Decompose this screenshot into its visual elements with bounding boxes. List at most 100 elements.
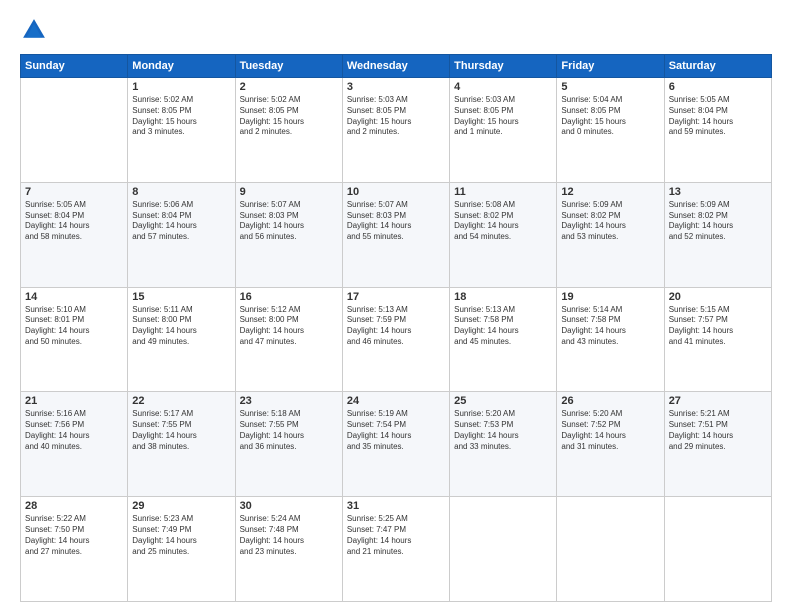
cell-info: Sunrise: 5:22 AM Sunset: 7:50 PM Dayligh… [25, 514, 123, 557]
calendar-header-thursday: Thursday [450, 55, 557, 78]
calendar-header-tuesday: Tuesday [235, 55, 342, 78]
calendar-header-wednesday: Wednesday [342, 55, 449, 78]
calendar-cell: 9 Sunrise: 5:07 AM Sunset: 8:03 PM Daylig… [235, 182, 342, 287]
calendar-cell: 13Sunrise: 5:09 AM Sunset: 8:02 PM Dayli… [664, 182, 771, 287]
calendar-cell: 28 Sunrise: 5:22 AM Sunset: 7:50 PM Dayli… [21, 497, 128, 602]
cell-info: Sunrise: 5:08 AM Sunset: 8:02 PM Dayligh… [454, 200, 552, 243]
calendar-cell: 11 Sunrise: 5:08 AM Sunset: 8:02 PM Dayli… [450, 182, 557, 287]
cell-info: Sunrise: 5:10 AM Sunset: 8:01 PM Dayligh… [25, 305, 123, 348]
day-number: 27 [669, 395, 767, 407]
cell-info: Sunrise: 5:12 AM Sunset: 8:00 PM Dayligh… [240, 305, 338, 348]
calendar-cell: 15 Sunrise: 5:11 AM Sunset: 8:00 PM Dayli… [128, 287, 235, 392]
day-number: 29 [132, 500, 230, 512]
day-number: 24 [347, 395, 445, 407]
calendar-cell: 8 Sunrise: 5:06 AM Sunset: 8:04 PM Daylig… [128, 182, 235, 287]
calendar-cell: 7 Sunrise: 5:05 AM Sunset: 8:04 PM Daylig… [21, 182, 128, 287]
calendar-header-saturday: Saturday [664, 55, 771, 78]
day-number: 15 [132, 291, 230, 303]
day-number: 17 [347, 291, 445, 303]
cell-info: Sunrise: 5:13 AM Sunset: 7:58 PM Dayligh… [454, 305, 552, 348]
calendar-cell: 20 Sunrise: 5:15 AM Sunset: 7:57 PM Dayli… [664, 287, 771, 392]
calendar-week-3: 14 Sunrise: 5:10 AM Sunset: 8:01 PM Dayli… [21, 287, 772, 392]
calendar-cell: 17 Sunrise: 5:13 AM Sunset: 7:59 PM Dayli… [342, 287, 449, 392]
cell-info: Sunrise: 5:06 AM Sunset: 8:04 PM Dayligh… [132, 200, 230, 243]
calendar-cell: 27 Sunrise: 5:21 AM Sunset: 7:51 PM Dayli… [664, 392, 771, 497]
calendar-header-row: SundayMondayTuesdayWednesdayThursdayFrid… [21, 55, 772, 78]
calendar-header-friday: Friday [557, 55, 664, 78]
day-number: 12 [561, 186, 659, 198]
calendar-week-5: 28 Sunrise: 5:22 AM Sunset: 7:50 PM Dayli… [21, 497, 772, 602]
calendar-header-monday: Monday [128, 55, 235, 78]
calendar-cell: 1 Sunrise: 5:02 AM Sunset: 8:05 PM Daylig… [128, 78, 235, 183]
day-number: 18 [454, 291, 552, 303]
cell-info: Sunrise: 5:03 AM Sunset: 8:05 PM Dayligh… [347, 95, 445, 138]
cell-info: Sunrise: 5:18 AM Sunset: 7:55 PM Dayligh… [240, 409, 338, 452]
calendar-header-sunday: Sunday [21, 55, 128, 78]
cell-info: Sunrise: 5:20 AM Sunset: 7:52 PM Dayligh… [561, 409, 659, 452]
cell-info: Sunrise: 5:24 AM Sunset: 7:48 PM Dayligh… [240, 514, 338, 557]
cell-info: Sunrise: 5:03 AM Sunset: 8:05 PM Dayligh… [454, 95, 552, 138]
day-number: 3 [347, 81, 445, 93]
cell-info: Sunrise: 5:20 AM Sunset: 7:53 PM Dayligh… [454, 409, 552, 452]
calendar-cell: 4 Sunrise: 5:03 AM Sunset: 8:05 PM Daylig… [450, 78, 557, 183]
cell-info: Sunrise: 5:15 AM Sunset: 7:57 PM Dayligh… [669, 305, 767, 348]
cell-info: Sunrise: 5:05 AM Sunset: 8:04 PM Dayligh… [25, 200, 123, 243]
logo [20, 16, 52, 44]
day-number: 21 [25, 395, 123, 407]
header [20, 16, 772, 44]
page: SundayMondayTuesdayWednesdayThursdayFrid… [0, 0, 792, 612]
cell-info: Sunrise: 5:04 AM Sunset: 8:05 PM Dayligh… [561, 95, 659, 138]
day-number: 25 [454, 395, 552, 407]
day-number: 7 [25, 186, 123, 198]
day-number: 2 [240, 81, 338, 93]
calendar-cell: 12 Sunrise: 5:09 AM Sunset: 8:02 PM Dayli… [557, 182, 664, 287]
calendar-cell [450, 497, 557, 602]
calendar-cell: 22Sunrise: 5:17 AM Sunset: 7:55 PM Dayli… [128, 392, 235, 497]
calendar-cell: 5Sunrise: 5:04 AM Sunset: 8:05 PM Daylig… [557, 78, 664, 183]
day-number: 11 [454, 186, 552, 198]
day-number: 31 [347, 500, 445, 512]
day-number: 13 [669, 186, 767, 198]
cell-info: Sunrise: 5:25 AM Sunset: 7:47 PM Dayligh… [347, 514, 445, 557]
day-number: 9 [240, 186, 338, 198]
day-number: 1 [132, 81, 230, 93]
calendar-cell: 24 Sunrise: 5:19 AM Sunset: 7:54 PM Dayli… [342, 392, 449, 497]
calendar-cell: 10 Sunrise: 5:07 AM Sunset: 8:03 PM Dayli… [342, 182, 449, 287]
cell-info: Sunrise: 5:21 AM Sunset: 7:51 PM Dayligh… [669, 409, 767, 452]
day-number: 26 [561, 395, 659, 407]
day-number: 10 [347, 186, 445, 198]
day-number: 6 [669, 81, 767, 93]
calendar-cell: 2Sunrise: 5:02 AM Sunset: 8:05 PM Daylig… [235, 78, 342, 183]
cell-info: Sunrise: 5:05 AM Sunset: 8:04 PM Dayligh… [669, 95, 767, 138]
cell-info: Sunrise: 5:23 AM Sunset: 7:49 PM Dayligh… [132, 514, 230, 557]
calendar-cell: 19Sunrise: 5:14 AM Sunset: 7:58 PM Dayli… [557, 287, 664, 392]
calendar-week-2: 7 Sunrise: 5:05 AM Sunset: 8:04 PM Daylig… [21, 182, 772, 287]
day-number: 4 [454, 81, 552, 93]
calendar-cell: 29 Sunrise: 5:23 AM Sunset: 7:49 PM Dayli… [128, 497, 235, 602]
calendar-week-1: 1 Sunrise: 5:02 AM Sunset: 8:05 PM Daylig… [21, 78, 772, 183]
cell-info: Sunrise: 5:07 AM Sunset: 8:03 PM Dayligh… [347, 200, 445, 243]
cell-info: Sunrise: 5:19 AM Sunset: 7:54 PM Dayligh… [347, 409, 445, 452]
calendar-cell: 16 Sunrise: 5:12 AM Sunset: 8:00 PM Dayli… [235, 287, 342, 392]
cell-info: Sunrise: 5:02 AM Sunset: 8:05 PM Dayligh… [132, 95, 230, 138]
calendar-table: SundayMondayTuesdayWednesdayThursdayFrid… [20, 54, 772, 602]
day-number: 14 [25, 291, 123, 303]
calendar-cell: 23 Sunrise: 5:18 AM Sunset: 7:55 PM Dayli… [235, 392, 342, 497]
day-number: 28 [25, 500, 123, 512]
day-number: 16 [240, 291, 338, 303]
cell-info: Sunrise: 5:16 AM Sunset: 7:56 PM Dayligh… [25, 409, 123, 452]
cell-info: Sunrise: 5:09 AM Sunset: 8:02 PM Dayligh… [561, 200, 659, 243]
day-number: 30 [240, 500, 338, 512]
calendar-cell: 18 Sunrise: 5:13 AM Sunset: 7:58 PM Dayli… [450, 287, 557, 392]
calendar-cell: 3 Sunrise: 5:03 AM Sunset: 8:05 PM Daylig… [342, 78, 449, 183]
calendar-cell: 14 Sunrise: 5:10 AM Sunset: 8:01 PM Dayli… [21, 287, 128, 392]
calendar-cell: 31 Sunrise: 5:25 AM Sunset: 7:47 PM Dayli… [342, 497, 449, 602]
calendar-cell: 26 Sunrise: 5:20 AM Sunset: 7:52 PM Dayli… [557, 392, 664, 497]
cell-info: Sunrise: 5:14 AM Sunset: 7:58 PM Dayligh… [561, 305, 659, 348]
cell-info: Sunrise: 5:13 AM Sunset: 7:59 PM Dayligh… [347, 305, 445, 348]
cell-info: Sunrise: 5:07 AM Sunset: 8:03 PM Dayligh… [240, 200, 338, 243]
day-number: 20 [669, 291, 767, 303]
day-number: 23 [240, 395, 338, 407]
cell-info: Sunrise: 5:11 AM Sunset: 8:00 PM Dayligh… [132, 305, 230, 348]
day-number: 8 [132, 186, 230, 198]
